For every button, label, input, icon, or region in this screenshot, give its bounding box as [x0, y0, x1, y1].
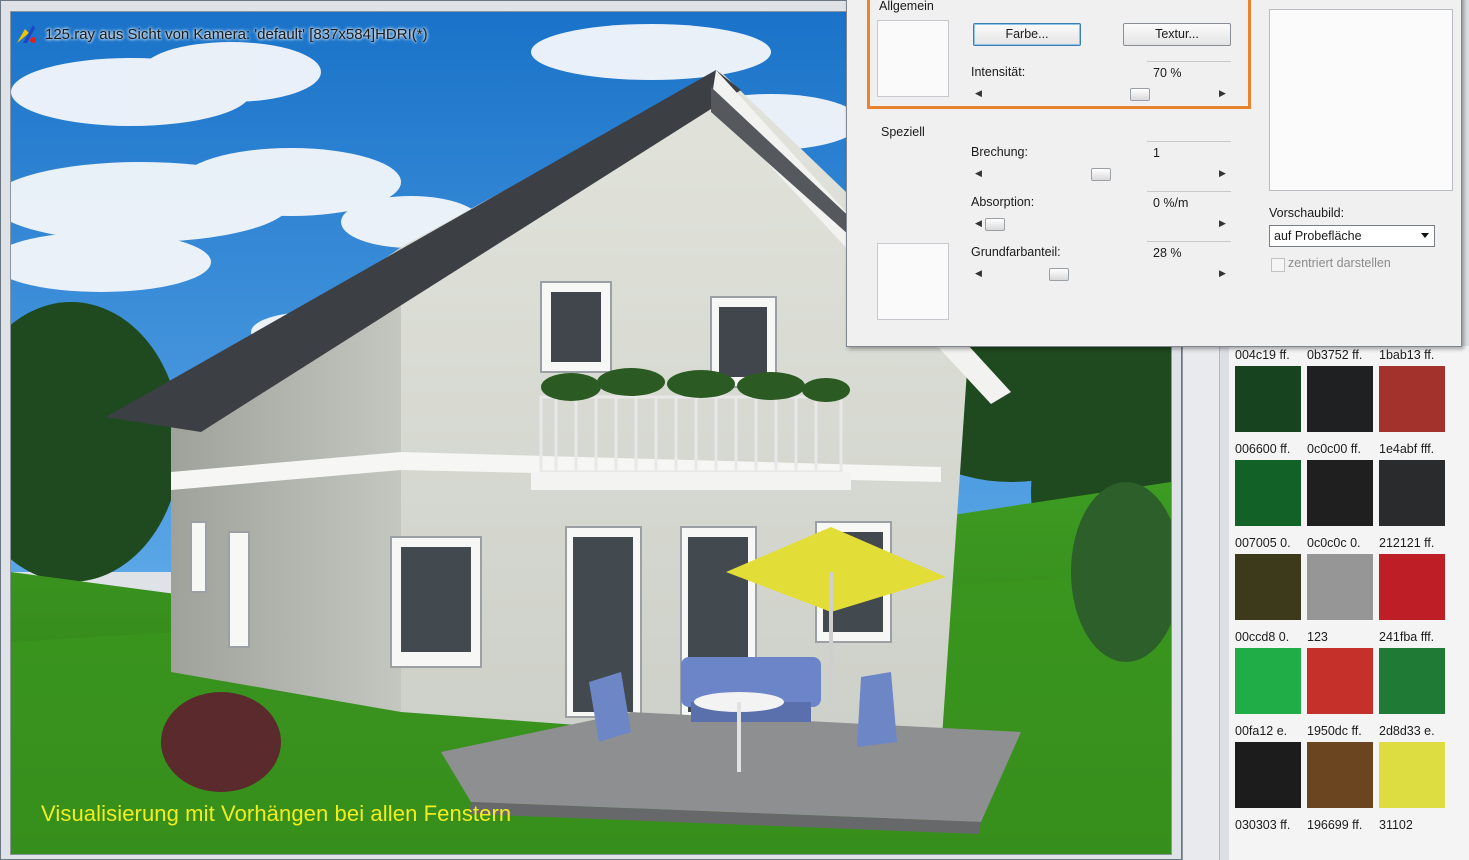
general-color-preview — [877, 20, 949, 97]
color-button[interactable]: Farbe... — [973, 23, 1081, 46]
palette-swatch[interactable]: 0c0c00 ff. — [1307, 440, 1379, 526]
absorption-value[interactable]: 0 %/m — [1147, 191, 1231, 210]
base-color-share-label: Grundfarbanteil: — [971, 245, 1061, 259]
intensity-value[interactable]: 70 % — [1147, 61, 1231, 80]
swatch-color[interactable] — [1235, 742, 1301, 808]
swatch-label: 196699 ff. — [1307, 818, 1363, 832]
slider-left-arrow-icon[interactable]: ◀ — [975, 88, 982, 99]
swatch-color[interactable] — [1379, 460, 1445, 526]
absorption-slider-thumb[interactable] — [985, 218, 1005, 231]
section-general-label: Allgemein — [879, 0, 934, 13]
intensity-slider[interactable]: ◀ ▶ — [975, 87, 1226, 103]
swatch-color[interactable] — [1235, 460, 1301, 526]
palette-swatch[interactable]: 007005 0. — [1235, 534, 1307, 620]
render-caption: Visualisierung mit Vorhängen bei allen F… — [41, 801, 512, 826]
palette-swatch[interactable]: 123 — [1307, 628, 1379, 714]
swatch-label: 007005 0. — [1235, 536, 1291, 550]
palette-swatch[interactable]: 196699 ff. — [1307, 816, 1379, 834]
refraction-label: Brechung: — [971, 145, 1028, 159]
center-preview-checkbox[interactable] — [1271, 258, 1285, 272]
swatch-color[interactable] — [1307, 648, 1373, 714]
slider-right-arrow-icon[interactable]: ▶ — [1219, 218, 1226, 229]
palette-swatch[interactable]: 030303 ff. — [1235, 816, 1307, 834]
slider-left-arrow-icon[interactable]: ◀ — [975, 168, 982, 179]
base-color-share-slider[interactable]: ◀ ▶ — [975, 267, 1226, 283]
swatch-label: 00ccd8 0. — [1235, 630, 1290, 644]
preview-mode-value: auf Probefläche — [1274, 229, 1362, 243]
swatch-color[interactable] — [1379, 648, 1445, 714]
preview-image — [1269, 9, 1453, 191]
swatch-color[interactable] — [1307, 460, 1373, 526]
swatch-color[interactable] — [1235, 554, 1301, 620]
refraction-slider[interactable]: ◀ ▶ — [975, 167, 1226, 183]
slider-left-arrow-icon[interactable]: ◀ — [975, 218, 982, 229]
center-preview-label: zentriert darstellen — [1288, 256, 1391, 270]
slider-right-arrow-icon[interactable]: ▶ — [1219, 88, 1226, 99]
slider-left-arrow-icon[interactable]: ◀ — [975, 268, 982, 279]
intensity-label: Intensität: — [971, 65, 1026, 79]
swatch-label: 212121 ff. — [1379, 536, 1435, 550]
intensity-slider-thumb[interactable] — [1130, 88, 1150, 101]
section-special-label: Speziell — [881, 125, 925, 139]
base-color-share-value[interactable]: 28 % — [1147, 241, 1231, 260]
swatch-label: 0b3752 ff. — [1307, 348, 1363, 362]
swatch-color[interactable] — [1307, 554, 1373, 620]
palette-swatch[interactable]: 004c19 ff. — [1235, 346, 1307, 432]
swatch-label: 030303 ff. — [1235, 818, 1291, 832]
swatch-color[interactable] — [1379, 742, 1445, 808]
palette-swatch[interactable]: 1bab13 ff. — [1379, 346, 1451, 432]
swatch-label: 241fba fff. — [1379, 630, 1435, 644]
palette-swatch[interactable]: 00ccd8 0. — [1235, 628, 1307, 714]
swatch-label: 123 — [1307, 630, 1328, 644]
raytracer-app-icon — [15, 23, 39, 45]
special-color-preview — [877, 243, 949, 320]
swatch-color[interactable] — [1235, 366, 1301, 432]
palette-swatch[interactable]: 0b3752 ff. — [1307, 346, 1379, 432]
swatch-color[interactable] — [1379, 366, 1445, 432]
slider-right-arrow-icon[interactable]: ▶ — [1219, 168, 1226, 179]
swatch-label: 31102 — [1379, 818, 1413, 832]
slider-right-arrow-icon[interactable]: ▶ — [1219, 268, 1226, 279]
color-swatch-grid: 004c19 ff. 0b3752 ff. 1bab13 ff. 006600 ff.… — [1229, 346, 1469, 860]
palette-swatch[interactable]: 31102 — [1379, 816, 1451, 834]
material-properties-dialog: Allgemein Farbe... Textur... Intensität:… — [846, 0, 1462, 347]
swatch-label: 00fa12 e. — [1235, 724, 1288, 738]
swatch-label: 1e4abf fff. — [1379, 442, 1435, 456]
swatch-color[interactable] — [1307, 366, 1373, 432]
swatch-color[interactable] — [1307, 742, 1373, 808]
swatch-color[interactable] — [1235, 648, 1301, 714]
swatch-label: 1950dc ff. — [1307, 724, 1362, 738]
absorption-label: Absorption: — [971, 195, 1035, 209]
refraction-value[interactable]: 1 — [1147, 141, 1231, 160]
render-window-title: 125.ray aus Sicht von Kamera: 'default' … — [45, 25, 428, 43]
chevron-down-icon[interactable] — [1421, 233, 1429, 238]
preview-mode-select[interactable]: auf Probefläche — [1269, 225, 1435, 247]
palette-swatch[interactable]: 0c0c0c 0. — [1307, 534, 1379, 620]
palette-swatch[interactable]: 1e4abf fff. — [1379, 440, 1451, 526]
preview-label: Vorschaubild: — [1269, 206, 1345, 220]
absorption-slider[interactable]: ◀ ▶ — [975, 217, 1226, 233]
swatch-label: 0c0c00 ff. — [1307, 442, 1361, 456]
palette-swatch[interactable]: 241fba fff. — [1379, 628, 1451, 714]
texture-button[interactable]: Textur... — [1123, 23, 1231, 46]
swatch-label: 004c19 ff. — [1235, 348, 1290, 362]
swatch-label: 0c0c0c 0. — [1307, 536, 1361, 550]
swatch-label: 1bab13 ff. — [1379, 348, 1435, 362]
palette-swatch[interactable]: 1950dc ff. — [1307, 722, 1379, 808]
palette-swatch[interactable]: 212121 ff. — [1379, 534, 1451, 620]
palette-swatch[interactable]: 00fa12 e. — [1235, 722, 1307, 808]
palette-swatch[interactable]: 006600 ff. — [1235, 440, 1307, 526]
palette-swatch[interactable]: 2d8d33 e. — [1379, 722, 1451, 808]
swatch-color[interactable] — [1379, 554, 1445, 620]
refraction-slider-thumb[interactable] — [1091, 168, 1111, 181]
swatch-label: 006600 ff. — [1235, 442, 1291, 456]
swatch-label: 2d8d33 e. — [1379, 724, 1435, 738]
base-color-share-slider-thumb[interactable] — [1049, 268, 1069, 281]
